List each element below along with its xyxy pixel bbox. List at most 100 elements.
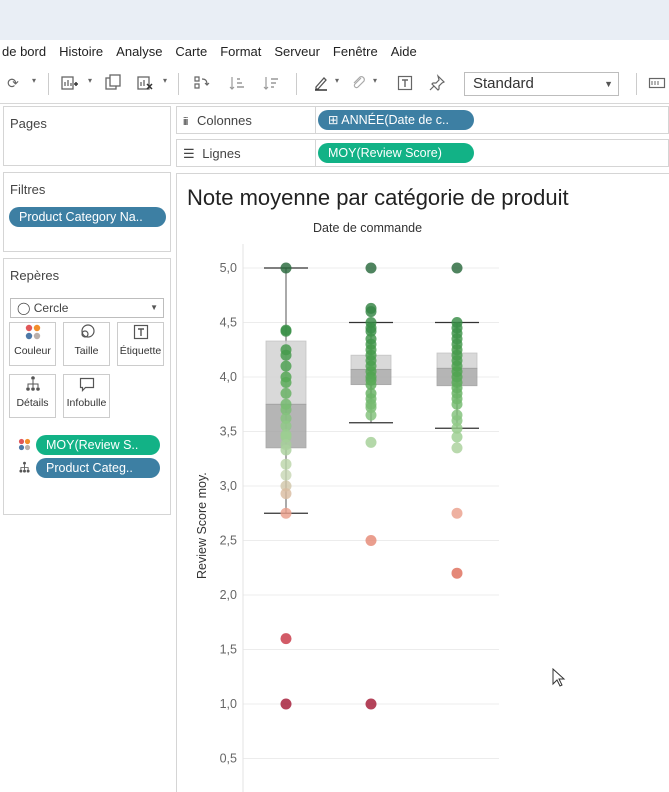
y-tick-label: 1,5 [220,643,237,657]
menu-item-window[interactable]: Fenêtre [333,44,378,59]
data-point [280,376,292,388]
data-point [451,507,463,519]
y-tick-label: 0,5 [220,752,237,766]
show-labels-icon[interactable] [396,74,414,92]
toolbar-divider [48,73,49,95]
pages-title: Pages [10,116,47,131]
chevron-down-icon[interactable]: ▾ [163,76,167,85]
presentation-mode-icon[interactable] [648,74,666,92]
columns-icon: iii [183,116,188,128]
color-icon [10,323,55,345]
menu-item-format[interactable]: Format [220,44,261,59]
detail-encoding-icon [18,461,31,479]
detail-button[interactable]: Détails [9,374,56,418]
chevron-down-icon[interactable]: ▾ [373,76,377,85]
menu-item-story[interactable]: Histoire [59,44,103,59]
swap-rows-columns-icon[interactable] [192,74,210,92]
label-button[interactable]: Étiquette [117,322,164,366]
data-point [280,488,292,500]
mark-type-value: ◯ Cercle [17,301,69,315]
mark-type-dropdown[interactable]: ◯ Cercle ▼ [10,298,164,318]
refresh-icon[interactable]: ⟳ [4,74,22,92]
filters-title: Filtres [10,182,46,197]
data-point [365,535,377,546]
data-point [280,387,292,399]
detail-field-pill[interactable]: Product Categ.. [36,458,160,478]
y-tick-label: 1,0 [220,697,237,711]
mouse-cursor-icon [552,667,566,693]
pin-icon[interactable] [428,74,446,92]
toolbar-divider [636,73,637,95]
columns-pill[interactable]: ⊞ ANNÉE(Date de c.. [318,110,474,130]
filter-pill[interactable]: Product Category Na.. [9,207,166,227]
tableau-window: de bord Histoire Analyse Carte Format Se… [0,0,669,792]
menu-item-help[interactable]: Aide [391,44,417,59]
data-point [365,436,377,448]
rows-shelf-label: ☰ Lignes [183,146,241,161]
data-point [365,306,377,318]
y-tick-label: 3,5 [220,425,237,439]
rows-shelf: ☰ Lignes MOY(Review Score) [176,139,669,167]
menu-item-analysis[interactable]: Analyse [116,44,162,59]
shelf-divider [315,107,316,133]
y-tick-label: 2,0 [220,588,237,602]
paperclip-icon[interactable] [350,74,368,92]
highlight-pen-icon[interactable] [312,74,330,92]
tooltip-button[interactable]: Infobulle [63,374,110,418]
toolbar-divider [296,73,297,95]
data-point [280,469,292,481]
y-tick-label: 4,0 [220,370,237,384]
y-axis-title: Review Score moy. [195,472,209,579]
clear-sheet-icon[interactable] [136,74,154,92]
toolbar-divider [178,73,179,95]
fit-dropdown-value: Standard [473,75,534,92]
chevron-down-icon[interactable]: ▾ [32,76,36,85]
menu-bar: de bord Histoire Analyse Carte Format Se… [0,40,669,63]
data-point [280,633,292,645]
label-icon [118,323,163,345]
y-tick-label: 4,5 [220,316,237,330]
duplicate-sheet-icon[interactable] [104,74,122,92]
rows-pill[interactable]: MOY(Review Score) [318,143,474,163]
sheet-title: Note moyenne par catégorie de produit [187,185,569,210]
menu-item-map[interactable]: Carte [175,44,207,59]
detail-button-label: Détails [16,397,49,409]
menu-item-dashboard[interactable]: de bord [2,44,46,59]
data-point [365,698,377,710]
rows-icon: ☰ [183,146,195,161]
dropdown-arrow-icon: ▼ [150,303,158,312]
dropdown-arrow-icon: ▼ [604,79,613,89]
fit-dropdown[interactable]: Standard ▼ [464,72,619,96]
viz-view: 5,0 4,5 4,0 3,5 3,0 2,5 2,0 1,5 1,0 0,5 Note moye… [176,173,669,792]
data-point [451,442,463,454]
sort-descending-icon[interactable] [262,74,280,92]
chevron-down-icon[interactable]: ▾ [88,76,92,85]
color-button-label: Couleur [14,345,51,357]
chevron-down-icon[interactable]: ▾ [335,76,339,85]
size-button[interactable]: Taille [63,322,110,366]
data-point [280,507,292,519]
shelf-divider [315,140,316,166]
color-encoding-icon [18,438,31,456]
data-point [280,458,292,470]
data-point [451,262,463,274]
data-point [280,444,292,456]
new-worksheet-icon[interactable] [60,74,78,92]
tooltip-button-label: Infobulle [66,397,107,409]
marks-title: Repères [10,268,60,283]
size-button-label: Taille [74,345,99,357]
columns-shelf-label: iii Colonnes [183,113,252,128]
menu-item-server[interactable]: Serveur [274,44,320,59]
pages-card: Pages [3,106,171,166]
color-field-pill[interactable]: MOY(Review S.. [36,435,160,455]
data-point [280,325,292,337]
marks-card: Repères ◯ Cercle ▼ Couleur Taille Étique… [3,258,171,515]
size-icon [64,323,109,345]
data-point [280,349,292,361]
sort-ascending-icon[interactable] [228,74,246,92]
color-button[interactable]: Couleur [9,322,56,366]
detail-icon [10,375,55,397]
filters-card: Filtres Product Category Na.. [3,172,171,252]
y-tick-label: 5,0 [220,261,237,275]
box-plot-chart: 5,0 4,5 4,0 3,5 3,0 2,5 2,0 1,5 1,0 0,5 [220,244,499,792]
